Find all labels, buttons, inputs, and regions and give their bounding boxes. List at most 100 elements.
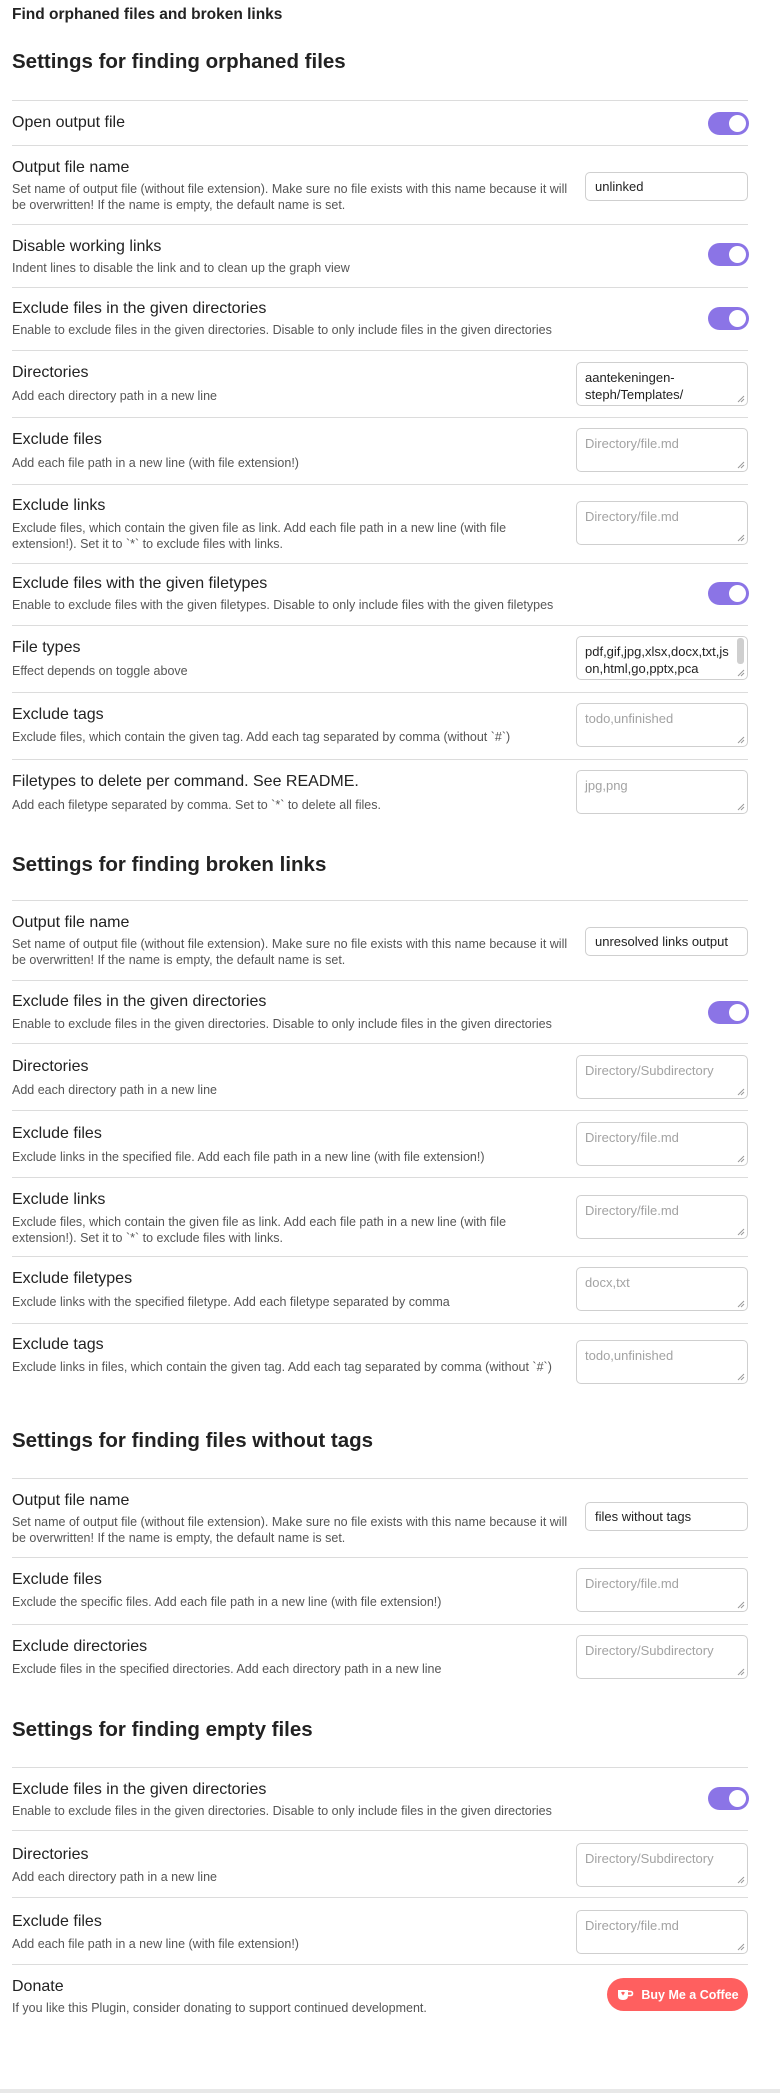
exclude-tags-textarea[interactable]: [576, 1340, 748, 1384]
output-file-name-input[interactable]: [585, 1502, 748, 1531]
setting-name: Exclude files in the given directories: [12, 300, 267, 317]
exclude-dirs-toggle[interactable]: [708, 307, 749, 330]
exclude-dirs-toggle[interactable]: [708, 1001, 749, 1024]
resize-grip-icon[interactable]: [736, 460, 745, 469]
setting-description: Indent lines to disable the link and to …: [12, 261, 350, 275]
exclude-filetypes-textarea[interactable]: [576, 1267, 748, 1311]
exclude-tags-textarea[interactable]: [576, 703, 748, 747]
exclude-files-textarea[interactable]: [576, 1122, 748, 1166]
divider: [12, 692, 748, 693]
exclude-files-textarea[interactable]: [576, 1910, 748, 1954]
exclude-dirs-toggle[interactable]: [708, 1787, 749, 1810]
resize-grip-icon[interactable]: [736, 1154, 745, 1163]
setting-name: Exclude filetypes: [12, 1270, 133, 1287]
resize-grip-icon[interactable]: [736, 394, 745, 403]
setting-description: Enable to exclude files in the given dir…: [12, 323, 552, 337]
resize-grip-icon[interactable]: [736, 1942, 745, 1951]
buy-me-a-coffee-button[interactable]: Buy Me a Coffee: [607, 1978, 748, 2011]
setting-description: Exclude files, which contain the given f…: [12, 1215, 507, 1245]
setting-name: Disable working links: [12, 238, 162, 255]
divider: [12, 1110, 748, 1111]
divider: [12, 350, 748, 351]
setting-name: Exclude files in the given directories: [12, 1781, 267, 1798]
setting-name: Exclude directories: [12, 1638, 148, 1655]
section-title-broken-links: Settings for finding broken links: [12, 853, 327, 876]
setting-name: Exclude files: [12, 1125, 102, 1142]
exclude-directories-textarea[interactable]: [576, 1635, 748, 1679]
setting-name: Exclude files: [12, 431, 102, 448]
toggle-knob: [729, 246, 746, 263]
setting-name: Directories: [12, 364, 89, 381]
delete-filetypes-textarea[interactable]: [576, 770, 748, 814]
setting-description: Exclude files, which contain the given t…: [12, 730, 511, 744]
coffee-cup-icon: [618, 1990, 634, 2000]
setting-description: Add each file path in a new line (with f…: [12, 1937, 299, 1951]
setting-description: Add each directory path in a new line: [12, 1083, 217, 1097]
divider: [12, 1830, 748, 1831]
setting-name: Exclude files in the given directories: [12, 993, 267, 1010]
setting-name: Open output file: [12, 114, 125, 131]
setting-name: Directories: [12, 1058, 89, 1075]
setting-name: Exclude files: [12, 1571, 102, 1588]
divider: [12, 1256, 748, 1257]
setting-name: Exclude files: [12, 1913, 102, 1930]
coffee-button-label: Buy Me a Coffee: [641, 1987, 739, 2002]
setting-description: Set name of output file (without file ex…: [12, 937, 568, 967]
resize-grip-icon[interactable]: [736, 1600, 745, 1609]
divider: [12, 625, 748, 626]
divider: [12, 1177, 748, 1178]
setting-description: Set name of output file (without file ex…: [12, 182, 568, 212]
setting-name: Exclude links: [12, 497, 106, 514]
section-title-empty-files: Settings for finding empty files: [12, 1718, 313, 1741]
toggle-knob: [729, 1790, 746, 1807]
resize-grip-icon[interactable]: [736, 735, 745, 744]
setting-name: File types: [12, 639, 81, 656]
setting-description: Exclude files, which contain the given f…: [12, 521, 507, 551]
divider: [12, 980, 748, 981]
divider: [12, 1767, 748, 1768]
setting-name: Filetypes to delete per command. See REA…: [12, 773, 359, 790]
output-file-name-input[interactable]: [585, 172, 748, 201]
section-title-without-tags: Settings for finding files without tags: [12, 1429, 374, 1452]
divider: [12, 145, 748, 146]
resize-grip-icon[interactable]: [736, 1299, 745, 1308]
setting-description: Exclude links with the specified filetyp…: [12, 1295, 450, 1309]
resize-grip-icon[interactable]: [736, 1875, 745, 1884]
exclude-links-textarea[interactable]: [576, 501, 748, 545]
resize-grip-icon[interactable]: [736, 1087, 745, 1096]
setting-name: Output file name: [12, 914, 130, 931]
directories-textarea[interactable]: [576, 1055, 748, 1099]
divider: [12, 900, 748, 901]
setting-description: Add each filetype separated by comma. Se…: [12, 798, 381, 812]
setting-description: Add each directory path in a new line: [12, 1870, 217, 1884]
settings-page: Find orphaned files and broken links Set…: [0, 0, 780, 2093]
setting-description: Exclude links in the specified file. Add…: [12, 1150, 485, 1164]
resize-grip-icon[interactable]: [736, 1227, 745, 1236]
exclude-files-textarea[interactable]: [576, 1568, 748, 1612]
setting-description: Effect depends on toggle above: [12, 664, 188, 678]
setting-description: Exclude files in the specified directori…: [12, 1662, 442, 1676]
setting-name: Exclude files with the given filetypes: [12, 575, 268, 592]
exclude-files-textarea[interactable]: [576, 428, 748, 472]
open-output-file-toggle[interactable]: [708, 112, 749, 135]
divider: [12, 484, 748, 485]
toggle-knob: [729, 310, 746, 327]
directories-textarea[interactable]: aantekeningen-steph/Templates/: [576, 362, 748, 406]
setting-description: Enable to exclude files with the given f…: [12, 598, 554, 612]
divider: [12, 1323, 748, 1324]
setting-description: Add each file path in a new line (with f…: [12, 456, 299, 470]
setting-description: Enable to exclude files in the given dir…: [12, 1017, 552, 1031]
file-types-textarea[interactable]: pdf,gif,jpg,xlsx,docx,txt,json,html,go,p…: [576, 636, 748, 680]
scrollbar[interactable]: [737, 638, 744, 664]
resize-grip-icon[interactable]: [736, 802, 745, 811]
resize-grip-icon[interactable]: [736, 1667, 745, 1676]
disable-working-links-toggle[interactable]: [708, 243, 749, 266]
exclude-filetypes-toggle[interactable]: [708, 582, 749, 605]
resize-grip-icon[interactable]: [736, 668, 745, 677]
output-file-name-input[interactable]: [585, 927, 748, 956]
resize-grip-icon[interactable]: [736, 1372, 745, 1381]
directories-textarea[interactable]: [576, 1843, 748, 1887]
divider: [12, 1624, 748, 1625]
resize-grip-icon[interactable]: [736, 533, 745, 542]
exclude-links-textarea[interactable]: [576, 1195, 748, 1239]
